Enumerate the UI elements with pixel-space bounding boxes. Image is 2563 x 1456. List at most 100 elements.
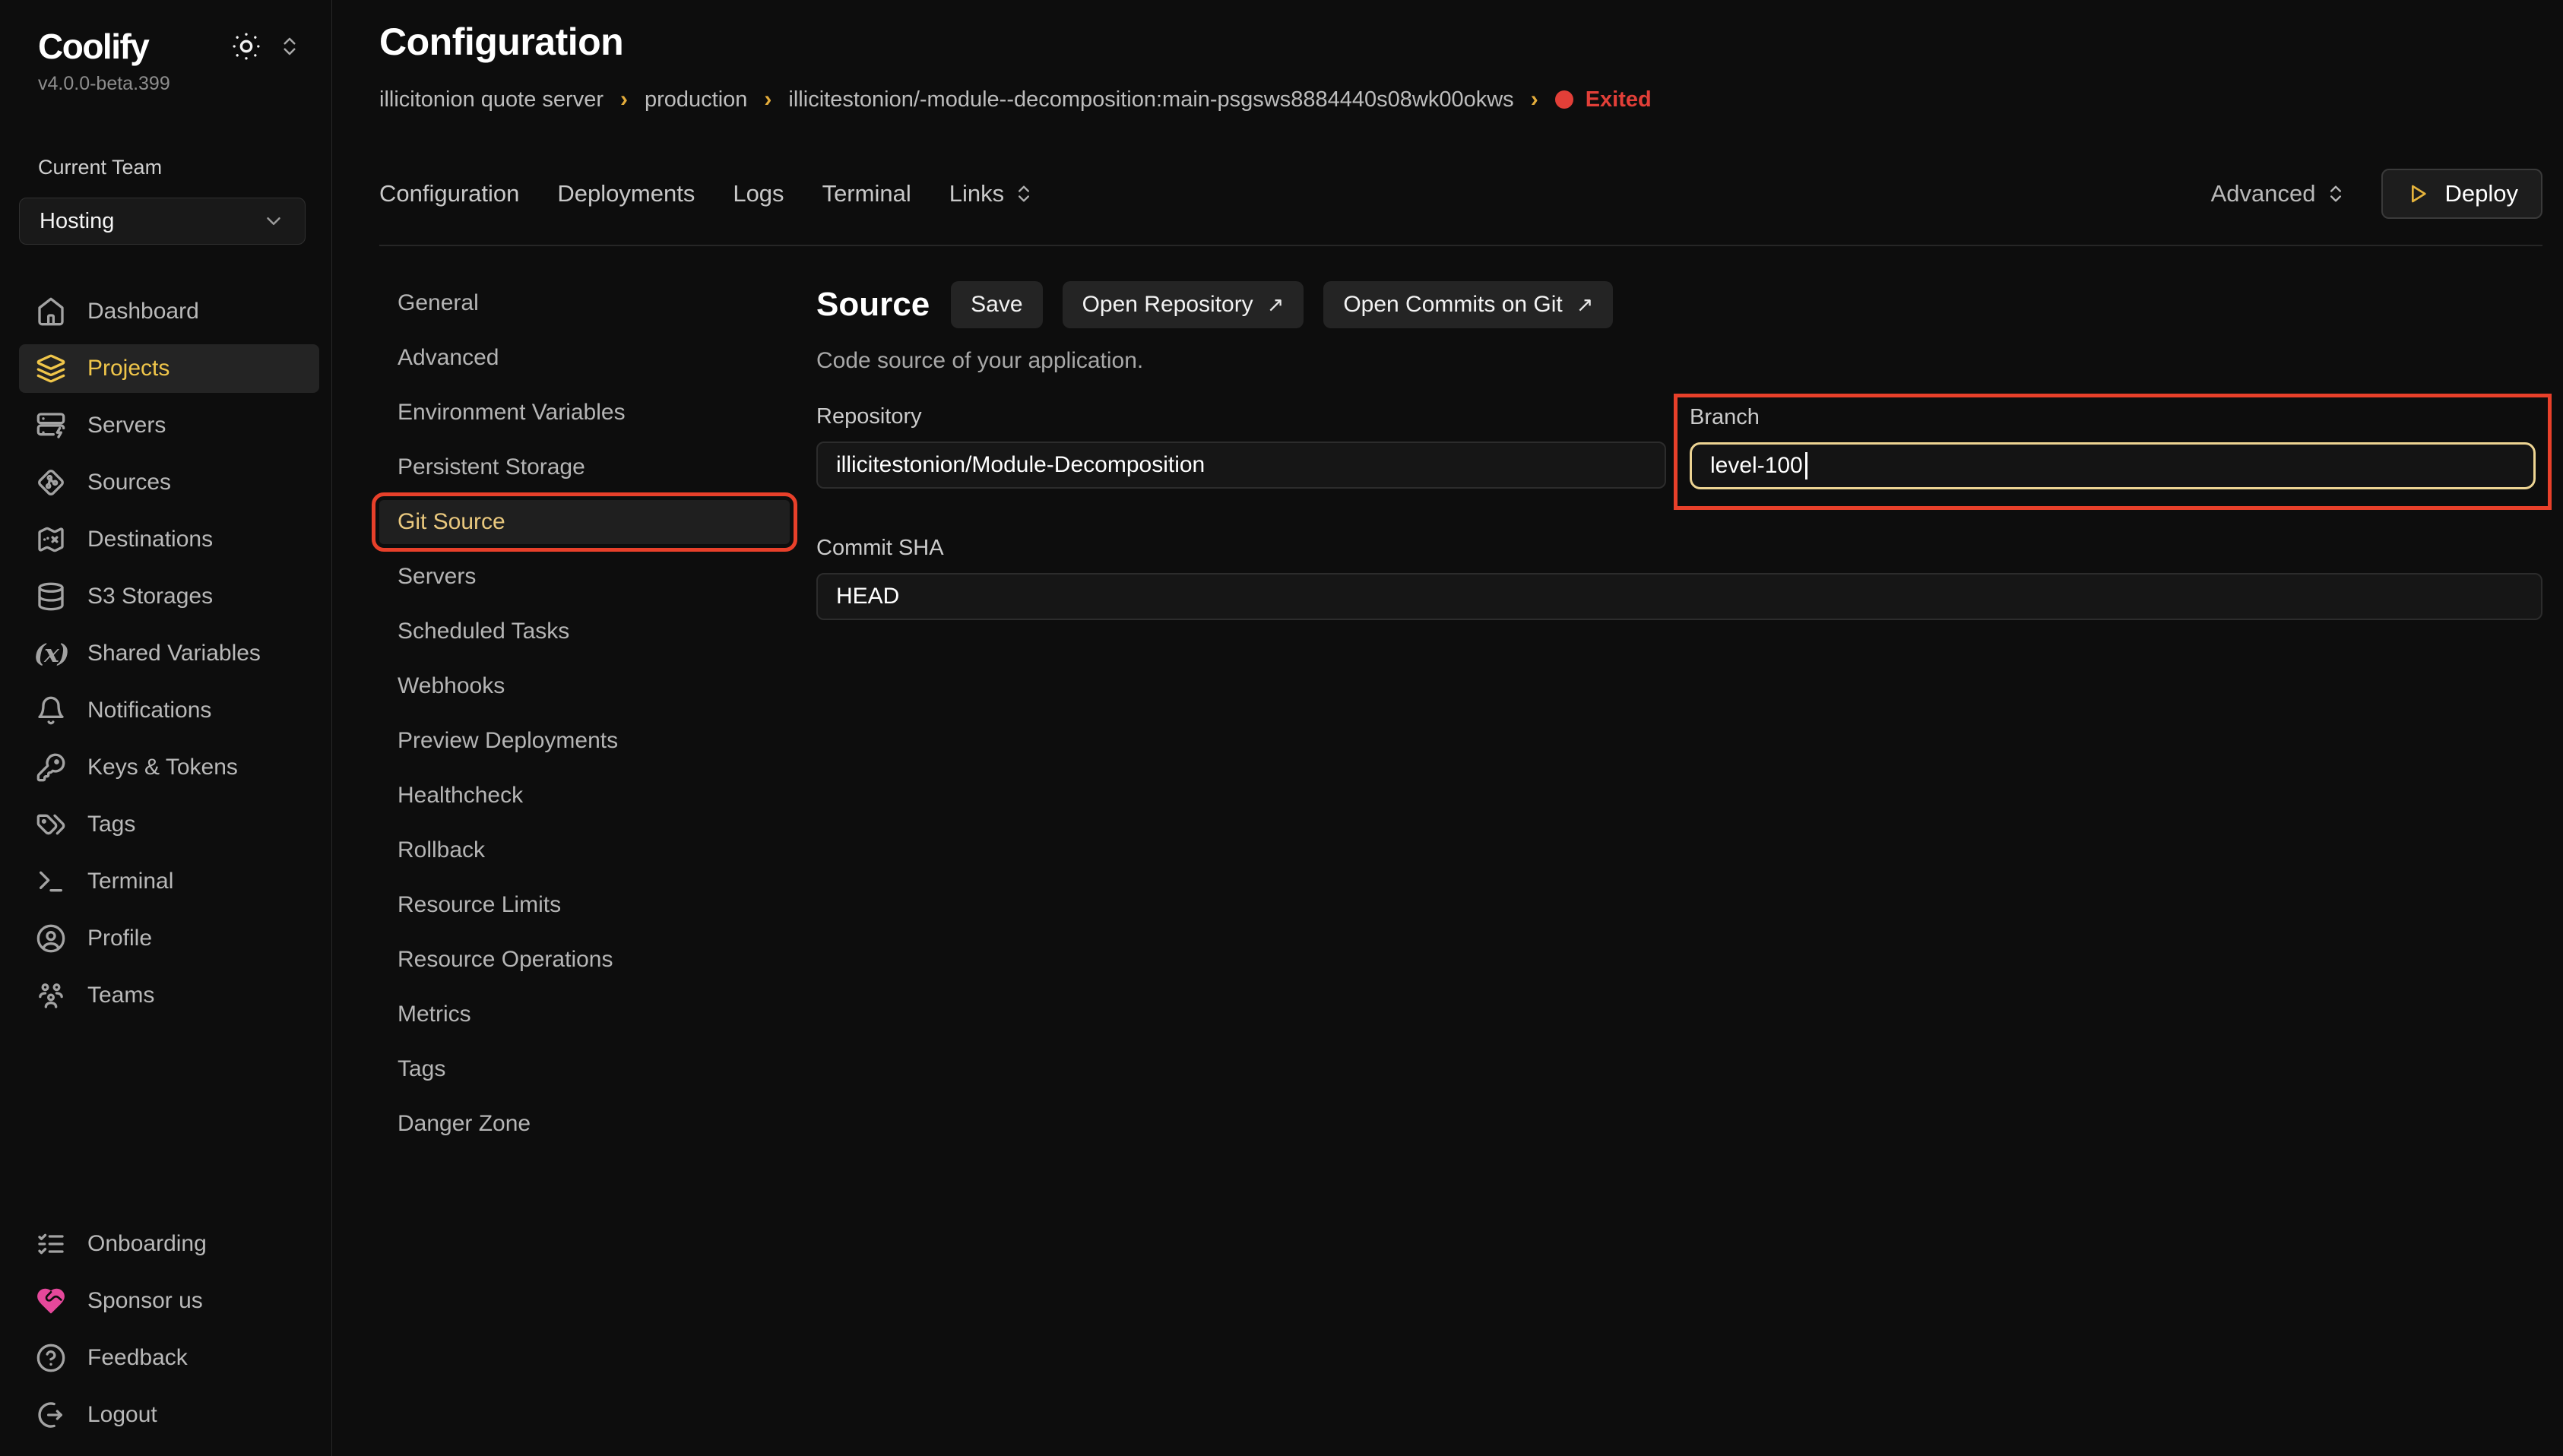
source-header: Source Save Open Repository ↗ Open Commi… (816, 281, 2542, 328)
tabs: Configuration Deployments Logs Terminal … (379, 180, 1034, 207)
advanced-dropdown[interactable]: Advanced (2211, 180, 2346, 207)
chevrons-up-down-icon (2325, 183, 2346, 204)
status-text: Exited (1586, 87, 1652, 112)
sidebar-item-label: Sponsor us (87, 1288, 203, 1314)
repository-field: Repository illicitestonion/Module-Decomp… (816, 404, 1666, 510)
tags-icon (36, 809, 66, 840)
database-icon (36, 581, 66, 612)
sidebar-item-s3-storages[interactable]: S3 Storages (19, 572, 319, 621)
subnav-item-metrics[interactable]: Metrics (379, 992, 790, 1037)
app-logo[interactable]: Coolify (38, 26, 148, 67)
save-button[interactable]: Save (951, 281, 1042, 328)
sidebar-item-label: Tags (87, 812, 135, 837)
sidebar-item-keys-tokens[interactable]: Keys & Tokens (19, 743, 319, 792)
source-heading: Source (816, 286, 930, 324)
sidebar-item-onboarding[interactable]: Onboarding (19, 1220, 319, 1268)
subnav-item-environment-variables[interactable]: Environment Variables (379, 391, 790, 435)
team-select-value: Hosting (40, 209, 114, 234)
heart-handshake-icon (36, 1286, 66, 1316)
chevron-down-icon (262, 210, 285, 233)
breadcrumb-application[interactable]: illicitestonion/-module--decomposition:m… (788, 87, 1513, 112)
tab-links[interactable]: Links (949, 180, 1034, 207)
branch-label: Branch (1690, 405, 2536, 430)
sidebar-item-notifications[interactable]: Notifications (19, 686, 319, 735)
current-team-label: Current Team (0, 156, 331, 179)
subnav-item-resource-operations[interactable]: Resource Operations (379, 938, 790, 982)
sidebar-item-servers[interactable]: Servers (19, 401, 319, 450)
open-repository-label: Open Repository (1082, 292, 1253, 318)
app-root: Coolify v4.0.0-beta.399 Current Team Hos… (0, 0, 2563, 1456)
team-select[interactable]: Hosting (19, 198, 306, 245)
sidebar-item-label: Notifications (87, 698, 211, 723)
sidebar-item-label: Feedback (87, 1345, 188, 1371)
breadcrumb-project[interactable]: illicitonion quote server (379, 87, 604, 112)
tab-logs[interactable]: Logs (733, 180, 784, 207)
chevrons-up-down-icon[interactable] (278, 35, 301, 58)
sidebar-item-tags[interactable]: Tags (19, 800, 319, 849)
tab-links-label: Links (949, 180, 1004, 207)
main-content: Configuration illicitonion quote server … (332, 0, 2563, 1456)
subnav-item-general[interactable]: General (379, 281, 790, 325)
subnav-item-danger-zone[interactable]: Danger Zone (379, 1102, 790, 1146)
sidebar-item-dashboard[interactable]: Dashboard (19, 287, 319, 336)
layers-icon (36, 353, 66, 384)
users-icon (36, 980, 66, 1011)
text-cursor (1805, 452, 1807, 480)
open-commits-button[interactable]: Open Commits on Git ↗ (1323, 281, 1613, 328)
sidebar-item-destinations[interactable]: Destinations (19, 515, 319, 564)
page-title: Configuration (379, 20, 2563, 64)
sidebar-nav: Dashboard Projects Servers Sources Desti… (0, 287, 331, 1020)
subnav-item-git-source[interactable]: Git Source (379, 500, 790, 544)
bell-icon (36, 695, 66, 726)
deploy-button[interactable]: Deploy (2381, 169, 2543, 219)
subnav-item-preview-deployments[interactable]: Preview Deployments (379, 719, 790, 763)
tab-configuration[interactable]: Configuration (379, 180, 519, 207)
subnav-item-persistent-storage[interactable]: Persistent Storage (379, 445, 790, 489)
tab-terminal[interactable]: Terminal (822, 180, 911, 207)
sidebar-item-profile[interactable]: Profile (19, 914, 319, 963)
sidebar-item-teams[interactable]: Teams (19, 971, 319, 1020)
external-link-icon: ↗ (1267, 293, 1285, 317)
subnav-item-scheduled-tasks[interactable]: Scheduled Tasks (379, 609, 790, 654)
subnav-item-servers[interactable]: Servers (379, 555, 790, 599)
commit-sha-field: Commit SHA HEAD (816, 536, 2542, 620)
home-icon (36, 296, 66, 327)
help-circle-icon (36, 1343, 66, 1373)
sidebar-item-label: Shared Variables (87, 641, 261, 666)
sidebar-item-sponsor-us[interactable]: Sponsor us (19, 1277, 319, 1325)
subnav-item-advanced[interactable]: Advanced (379, 336, 790, 380)
sidebar-item-projects[interactable]: Projects (19, 344, 319, 393)
sidebar-item-sources[interactable]: Sources (19, 458, 319, 507)
commit-sha-input[interactable]: HEAD (816, 573, 2542, 620)
subnav-item-webhooks[interactable]: Webhooks (379, 664, 790, 708)
breadcrumb-environment[interactable]: production (645, 87, 747, 112)
open-repository-button[interactable]: Open Repository ↗ (1063, 281, 1304, 328)
deploy-label: Deploy (2445, 180, 2519, 207)
tab-deployments[interactable]: Deployments (557, 180, 695, 207)
advanced-label: Advanced (2211, 180, 2316, 207)
sidebar-item-terminal[interactable]: Terminal (19, 857, 319, 906)
sidebar-item-label: Dashboard (87, 299, 199, 324)
sidebar-item-feedback[interactable]: Feedback (19, 1334, 319, 1382)
map-icon (36, 524, 66, 555)
subnav-item-rollback[interactable]: Rollback (379, 828, 790, 872)
repository-input[interactable]: illicitestonion/Module-Decomposition (816, 442, 1666, 489)
theme-toggle-sun-icon[interactable] (231, 31, 261, 62)
tabs-right: Advanced Deploy (2211, 169, 2542, 219)
sidebar-item-logout[interactable]: Logout (19, 1391, 319, 1439)
brand-row: Coolify (0, 26, 331, 67)
sidebar-item-label: Onboarding (87, 1231, 207, 1257)
sidebar-item-shared-variables[interactable]: (x) Shared Variables (19, 629, 319, 678)
sidebar-item-label: Terminal (87, 869, 173, 894)
tabs-divider (379, 245, 2542, 246)
chevron-right-icon: › (764, 87, 771, 112)
subnav-item-resource-limits[interactable]: Resource Limits (379, 883, 790, 927)
branch-input[interactable]: level-100 (1690, 442, 2536, 489)
branch-value: level-100 (1710, 453, 1803, 479)
open-commits-label: Open Commits on Git (1343, 292, 1562, 318)
sidebar-item-label: Sources (87, 470, 171, 495)
subnav-item-healthcheck[interactable]: Healthcheck (379, 774, 790, 818)
list-checks-icon (36, 1229, 66, 1259)
commit-sha-value: HEAD (836, 584, 899, 609)
subnav-item-tags[interactable]: Tags (379, 1047, 790, 1091)
